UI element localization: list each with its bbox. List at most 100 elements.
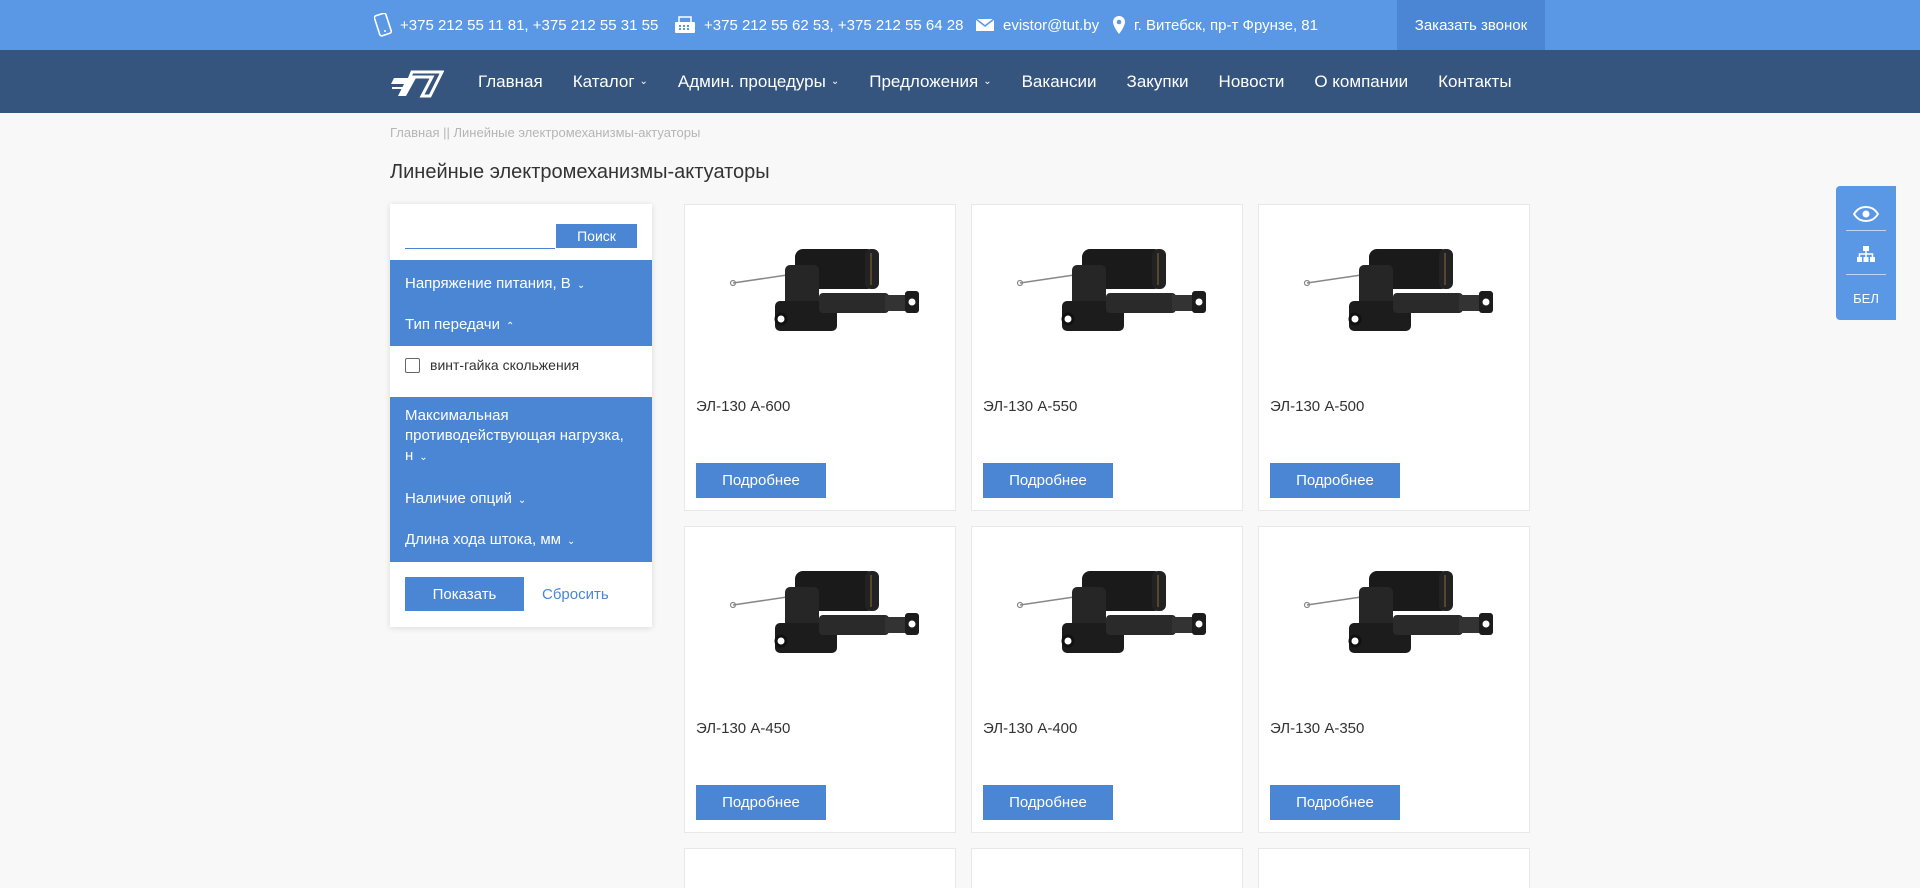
nav-item-contacts[interactable]: Контакты	[1438, 72, 1511, 92]
nav-item-label: Админ. процедуры	[677, 71, 826, 91]
chevron-down-icon: ⌄	[576, 280, 586, 291]
filter-group-top: Напряжение питания, В ⌄ Тип передачи ⌃	[390, 260, 652, 346]
filter-search: Поиск	[405, 220, 637, 249]
filter-group-label: Наличие опций	[405, 490, 512, 507]
nav-item-vacancies[interactable]: Вакансии	[1022, 72, 1097, 92]
product-name[interactable]: ЭЛ-130 А-350	[1270, 720, 1364, 737]
phones-mobile: +375 212 55 11 81, +375 212 55 31 55	[374, 0, 658, 50]
search-button[interactable]: Поиск	[556, 224, 637, 248]
filter-group-voltage[interactable]: Напряжение питания, В ⌄	[390, 274, 600, 296]
nav-item-about[interactable]: О компании	[1314, 72, 1408, 92]
mobile-phones-text[interactable]: +375 212 55 11 81, +375 212 55 31 55	[400, 17, 658, 34]
details-button[interactable]: Подробнее	[696, 785, 826, 820]
filter-group-max-load[interactable]: Максимальная противодействующая нагрузка…	[390, 406, 652, 468]
chevron-down-icon: ⌄	[639, 76, 648, 87]
fax-icon	[674, 16, 696, 34]
product-image[interactable]	[1012, 557, 1212, 667]
product-image[interactable]	[725, 235, 925, 345]
details-button[interactable]: Подробнее	[983, 785, 1113, 820]
nav-item-label: Контакты	[1438, 71, 1512, 91]
chevron-up-icon: ⌃	[505, 321, 515, 332]
nav-item-label: О компании	[1314, 71, 1409, 91]
nav-item-admin-procedures[interactable]: Админ. процедуры ⌄	[678, 72, 839, 92]
nav-item-label: Вакансии	[1021, 71, 1097, 91]
nav-item-home[interactable]: Главная	[478, 72, 543, 92]
details-button[interactable]: Подробнее	[1270, 463, 1400, 498]
filter-group-label: Напряжение питания, В	[405, 275, 571, 292]
sidepanel-divider	[1846, 230, 1886, 231]
product-image[interactable]	[1299, 235, 1499, 345]
nav-item-label: Закупки	[1126, 71, 1189, 91]
show-results-button[interactable]: Показать	[405, 577, 524, 611]
chevron-down-icon: ⌄	[566, 536, 576, 547]
language-switch[interactable]: БЕЛ	[1836, 282, 1896, 314]
filter-option-row[interactable]: винт-гайка скольжения	[405, 357, 579, 373]
callback-button[interactable]: Заказать звонок	[1397, 0, 1545, 50]
chevron-down-icon: ⌄	[517, 495, 527, 506]
sidepanel-divider	[1846, 274, 1886, 275]
details-button[interactable]: Подробнее	[983, 463, 1113, 498]
mail-icon	[975, 18, 995, 32]
filter-group-options[interactable]: Наличие опций ⌄	[390, 489, 541, 511]
chevron-down-icon: ⌄	[830, 76, 840, 87]
product-image[interactable]	[1012, 235, 1212, 345]
breadcrumb: Главная || Линейные электромеханизмы-акт…	[390, 125, 700, 140]
product-card[interactable]: ЭЛ-130 А-550 Подробнее	[971, 204, 1243, 511]
chevron-down-icon: ⌄	[983, 76, 992, 87]
product-card-partial	[1258, 848, 1530, 888]
product-card[interactable]: ЭЛ-130 А-500 Подробнее	[1258, 204, 1530, 511]
product-card[interactable]: ЭЛ-130 А-450 Подробнее	[684, 526, 956, 833]
product-card[interactable]: ЭЛ-130 А-350 Подробнее	[1258, 526, 1530, 833]
nav-item-label: Новости	[1218, 71, 1285, 91]
details-button[interactable]: Подробнее	[696, 463, 826, 498]
product-name[interactable]: ЭЛ-130 А-500	[1270, 398, 1364, 415]
product-card-partial	[971, 848, 1243, 888]
product-card-partial	[684, 848, 956, 888]
email-contact: evistor@tut.by	[975, 0, 1099, 50]
filter-panel: Поиск Напряжение питания, В ⌄ Тип передач…	[390, 204, 652, 627]
eye-icon[interactable]	[1836, 198, 1896, 230]
product-name[interactable]: ЭЛ-130 А-450	[696, 720, 790, 737]
accessibility-sidepanel: БЕЛ	[1836, 186, 1896, 320]
email-text[interactable]: evistor@tut.by	[1003, 17, 1099, 34]
reset-filter-link[interactable]: Сбросить	[542, 586, 609, 603]
nav-item-catalog[interactable]: Каталог ⌄	[573, 72, 648, 92]
filter-group-label: Длина хода штока, мм	[405, 531, 561, 548]
company-logo[interactable]	[390, 66, 445, 98]
address-text: г. Витебск, пр-т Фрунзе, 81	[1134, 16, 1318, 34]
fax-phones-text[interactable]: +375 212 55 62 53, +375 212 55 64 28	[704, 17, 963, 34]
main-menu: Главная Каталог ⌄ Админ. процедуры ⌄ Предл…	[478, 50, 1542, 113]
product-name[interactable]: ЭЛ-130 А-550	[983, 398, 1077, 415]
page-title: Линейные электромеханизмы-актуаторы	[390, 161, 770, 183]
product-card[interactable]: ЭЛ-130 А-400 Подробнее	[971, 526, 1243, 833]
nav-item-offers[interactable]: Предложения ⌄	[869, 72, 991, 92]
details-button[interactable]: Подробнее	[1270, 785, 1400, 820]
breadcrumb-home[interactable]: Главная	[390, 125, 439, 140]
product-name[interactable]: ЭЛ-130 А-400	[983, 720, 1077, 737]
option-checkbox[interactable]	[405, 357, 420, 373]
nav-item-label: Каталог	[572, 71, 635, 91]
search-input[interactable]	[405, 220, 555, 249]
mobile-phone-icon	[374, 13, 392, 37]
filter-group-label: Максимальная противодействующая нагрузка…	[405, 407, 624, 464]
filter-group-bottom: Максимальная противодействующая нагрузка…	[390, 397, 652, 562]
product-image[interactable]	[725, 557, 925, 667]
breadcrumb-separator: ||	[443, 125, 450, 140]
filter-group-transmission[interactable]: Тип передачи ⌃	[390, 315, 529, 337]
address-contact: г. Витебск, пр-т Фрунзе, 81	[1112, 0, 1318, 50]
top-contact-bar: +375 212 55 11 81, +375 212 55 31 55 +37…	[0, 0, 1920, 50]
filter-group-stroke-length[interactable]: Длина хода штока, мм ⌄	[390, 530, 590, 552]
option-label: винт-гайка скольжения	[430, 357, 580, 373]
nav-item-news[interactable]: Новости	[1219, 72, 1285, 92]
product-image[interactable]	[1299, 557, 1499, 667]
main-navbar: Главная Каталог ⌄ Админ. процедуры ⌄ Предл…	[0, 50, 1920, 113]
product-name[interactable]: ЭЛ-130 А-600	[696, 398, 790, 415]
chevron-down-icon: ⌄	[419, 452, 428, 463]
nav-item-label: Предложения	[869, 71, 979, 91]
nav-item-procurement[interactable]: Закупки	[1127, 72, 1189, 92]
sitemap-icon[interactable]	[1836, 238, 1896, 270]
breadcrumb-current: Линейные электромеханизмы-актуаторы	[453, 125, 701, 140]
location-pin-icon	[1112, 15, 1126, 35]
phones-fax: +375 212 55 62 53, +375 212 55 64 28	[674, 0, 963, 50]
product-card[interactable]: ЭЛ-130 А-600 Подробнее	[684, 204, 956, 511]
